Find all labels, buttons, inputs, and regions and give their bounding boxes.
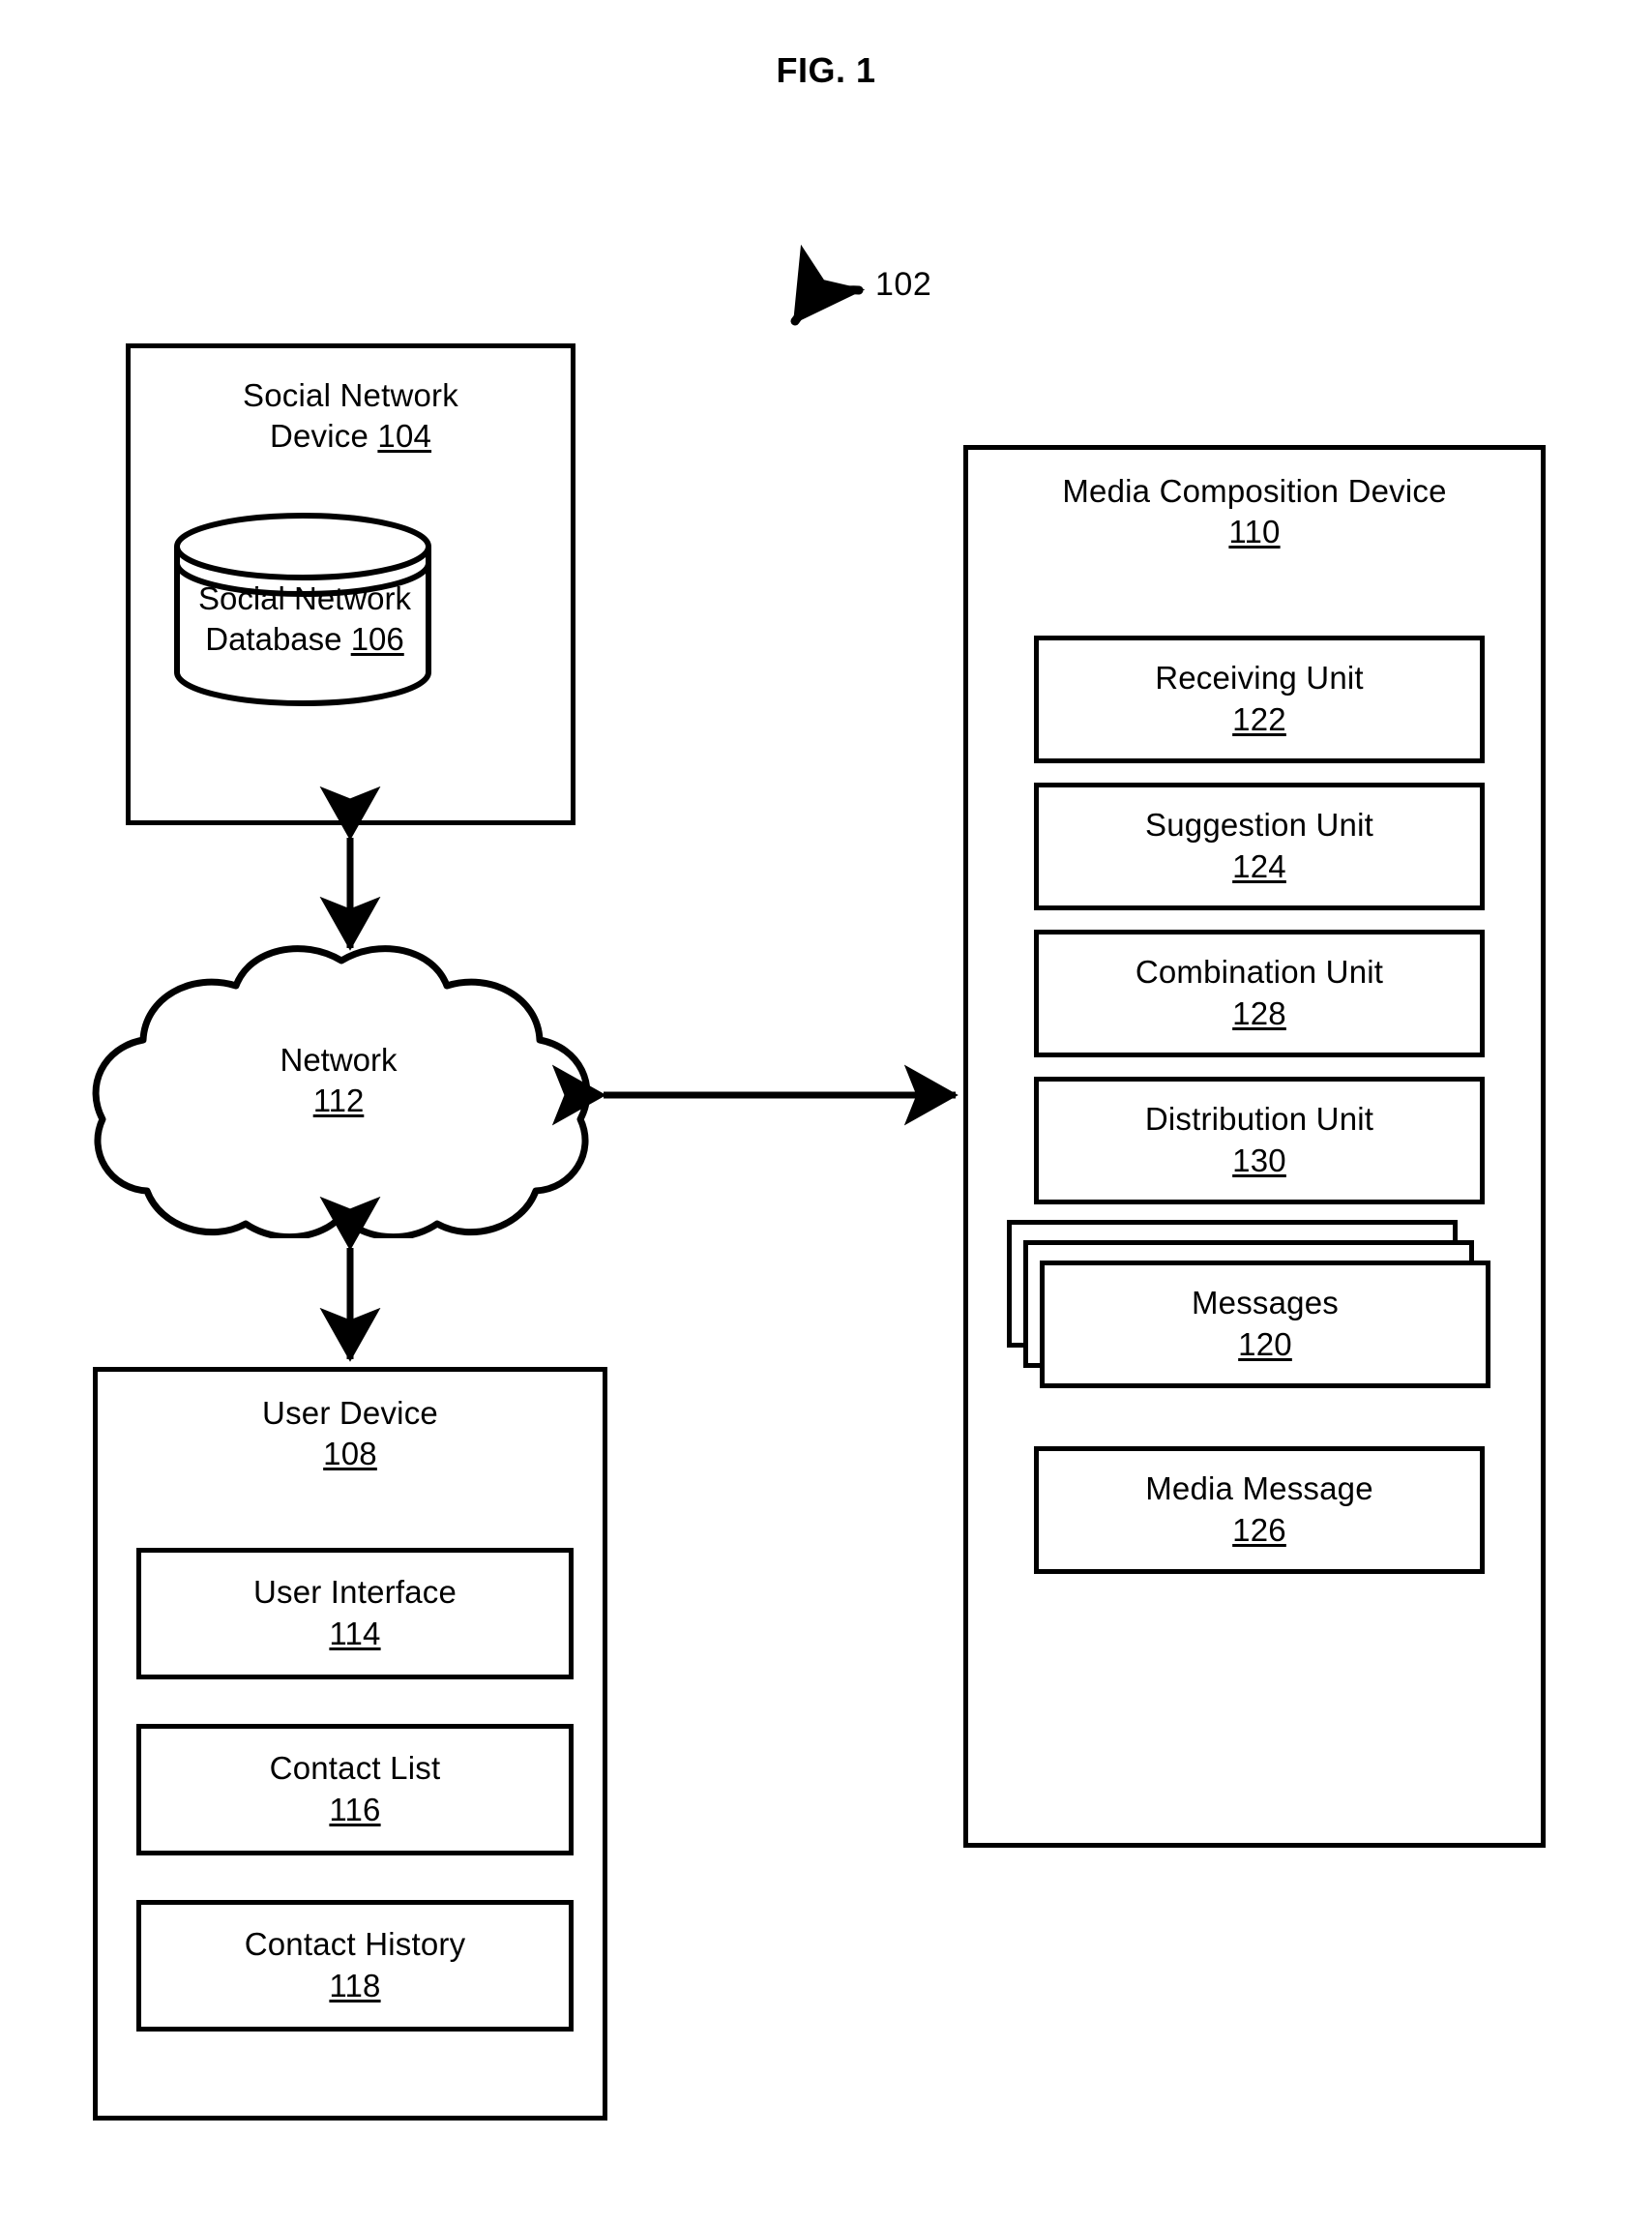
contact-list-name: Contact List xyxy=(269,1750,441,1787)
media-message-box: Media Message 126 xyxy=(1034,1446,1485,1574)
user-interface-box: User Interface 114 xyxy=(136,1548,574,1679)
user-device-name: User Device xyxy=(262,1395,438,1431)
network-ref: 112 xyxy=(312,1083,365,1119)
contact-list-box: Contact List 116 xyxy=(136,1724,574,1855)
stacked-documents-icon: Messages 120 xyxy=(1007,1220,1490,1389)
combination-unit-ref: 128 xyxy=(1232,995,1286,1031)
receiving-unit-ref: 122 xyxy=(1232,701,1286,737)
suggestion-unit-box: Suggestion Unit 124 xyxy=(1034,783,1485,910)
receiving-unit-name: Receiving Unit xyxy=(1155,660,1364,697)
media-composition-device-box: Media Composition Device 110 Receiving U… xyxy=(963,445,1546,1848)
social-network-device-ref: 104 xyxy=(377,418,432,455)
suggestion-unit-name: Suggestion Unit xyxy=(1145,807,1373,844)
media-message-ref: 126 xyxy=(1232,1512,1286,1548)
messages-box: Messages 120 xyxy=(1040,1261,1490,1388)
user-device-ref: 108 xyxy=(323,1436,377,1472)
suggestion-unit-ref: 124 xyxy=(1232,848,1286,884)
social-network-database-ref: 106 xyxy=(350,621,404,658)
media-composition-device-name: Media Composition Device xyxy=(1062,473,1447,509)
contact-history-ref: 118 xyxy=(329,1968,381,2003)
social-network-database-name-line1: Social Network xyxy=(197,580,412,616)
contact-history-name: Contact History xyxy=(244,1926,466,1963)
user-interface-ref: 114 xyxy=(329,1616,381,1651)
network-label: Network 112 xyxy=(145,1040,532,1121)
patent-figure-1: FIG. 1 Social Network Device 104 Social … xyxy=(0,0,1652,2225)
media-message-name: Media Message xyxy=(1145,1470,1373,1507)
reference-102-label: 102 xyxy=(875,266,932,303)
combination-unit-box: Combination Unit 128 xyxy=(1034,930,1485,1057)
social-network-database-name-line2: Database xyxy=(205,621,342,658)
distribution-unit-ref: 130 xyxy=(1232,1142,1286,1178)
reference-102-leader xyxy=(790,244,866,326)
distribution-unit-name: Distribution Unit xyxy=(1144,1101,1374,1138)
media-composition-device-title: Media Composition Device 110 xyxy=(968,471,1541,552)
user-interface-name: User Interface xyxy=(252,1574,457,1611)
user-device-title: User Device 108 xyxy=(98,1393,603,1474)
social-network-device-name-line2: Device xyxy=(269,418,369,455)
messages-ref: 120 xyxy=(1238,1326,1292,1362)
user-device-box: User Device 108 User Interface 114 Conta… xyxy=(93,1367,607,2121)
distribution-unit-box: Distribution Unit 130 xyxy=(1034,1077,1485,1204)
receiving-unit-box: Receiving Unit 122 xyxy=(1034,636,1485,763)
contact-list-ref: 116 xyxy=(329,1792,381,1827)
network-name: Network xyxy=(280,1042,398,1078)
contact-history-box: Contact History 118 xyxy=(136,1900,574,2032)
social-network-device-title: Social Network Device 104 xyxy=(131,375,571,457)
social-network-device-name-line1: Social Network xyxy=(243,377,458,413)
messages-name: Messages xyxy=(1191,1285,1339,1321)
figure-title: FIG. 1 xyxy=(776,50,876,90)
combination-unit-name: Combination Unit xyxy=(1135,954,1384,991)
social-network-database-label: Social Network Database 106 xyxy=(135,578,474,660)
media-composition-device-ref: 110 xyxy=(1228,514,1281,550)
